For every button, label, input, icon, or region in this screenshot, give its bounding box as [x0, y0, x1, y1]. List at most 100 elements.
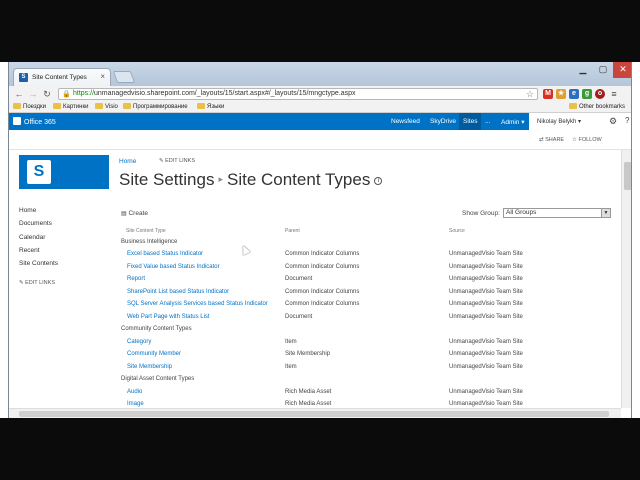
- folder-icon: [197, 103, 205, 109]
- scrollbar-thumb[interactable]: [19, 411, 609, 417]
- parent-cell: Document: [285, 314, 313, 320]
- address-bar[interactable]: 🔒 https://unmanagedvisio.sharepoint.com/…: [58, 88, 538, 100]
- browser-tab[interactable]: S Site Content Types ×: [13, 68, 111, 86]
- forward-icon[interactable]: →: [27, 88, 39, 100]
- content-type-link[interactable]: Site Membership: [127, 364, 172, 370]
- bookmark-folder[interactable]: Языки: [197, 103, 224, 112]
- office-icon: [13, 117, 21, 125]
- bookmark-folder[interactable]: Visio: [95, 103, 118, 112]
- new-tab-button[interactable]: [112, 71, 136, 83]
- source-cell: UnmanagedVisio Team Site: [449, 314, 523, 320]
- source-cell: UnmanagedVisio Team Site: [449, 251, 523, 257]
- bookmark-folder[interactable]: Картинки: [53, 103, 88, 112]
- parent-cell: Item: [285, 339, 297, 345]
- scrollbar-thumb[interactable]: [624, 162, 631, 190]
- leftnav-documents[interactable]: Documents: [19, 220, 52, 227]
- extension-icon[interactable]: e: [569, 89, 579, 99]
- column-header-parent[interactable]: Parent: [285, 228, 300, 234]
- nav-admin[interactable]: Admin ▾: [501, 118, 525, 126]
- nav-more[interactable]: ...: [485, 118, 490, 125]
- gmail-extension-icon[interactable]: M: [543, 89, 553, 99]
- sharepoint-site-logo[interactable]: S: [19, 155, 109, 189]
- parent-cell: Common Indicator Columns: [285, 264, 360, 270]
- parent-cell: Site Membership: [285, 351, 331, 357]
- create-button[interactable]: ▤ Create: [121, 210, 148, 217]
- reload-icon[interactable]: ↻: [41, 88, 53, 100]
- page-title: Site Settings ▸ Site Content Types i: [119, 170, 383, 190]
- content-type-link[interactable]: Community Member: [127, 351, 181, 357]
- content-type-link[interactable]: Category: [127, 339, 151, 345]
- back-icon[interactable]: ←: [13, 88, 25, 100]
- office365-logo[interactable]: Office 365: [13, 117, 56, 126]
- leftnav-edit-links[interactable]: ✎ EDIT LINKS: [19, 280, 55, 286]
- group-header: Digital Asset Content Types: [121, 376, 195, 382]
- parent-cell: Rich Media Asset: [285, 401, 332, 407]
- folder-icon: [95, 103, 103, 109]
- leftnav-site-contents[interactable]: Site Contents: [19, 260, 58, 267]
- content-type-link[interactable]: SharePoint List based Status Indicator: [127, 289, 229, 295]
- column-header-source[interactable]: Source: [449, 228, 465, 234]
- source-cell: UnmanagedVisio Team Site: [449, 264, 523, 270]
- extension-icon[interactable]: g: [582, 89, 592, 99]
- source-cell: UnmanagedVisio Team Site: [449, 351, 523, 357]
- maximize-icon[interactable]: ▢: [593, 62, 613, 78]
- url-text: unmanagedvisio.sharepoint.com/_layouts/1…: [94, 90, 356, 97]
- help-icon[interactable]: ?: [625, 116, 629, 125]
- info-icon[interactable]: i: [374, 177, 383, 185]
- browser-toolbar: ← → ↻ 🔒 https://unmanagedvisio.sharepoin…: [9, 86, 631, 102]
- bookmark-folder[interactable]: Программирование: [123, 103, 188, 112]
- breadcrumb-separator-icon: ▸: [218, 174, 223, 184]
- menu-icon[interactable]: ≡: [609, 89, 619, 99]
- user-menu[interactable]: Nikolay Belykh ▾ ⚙ ?: [529, 113, 631, 130]
- opera-extension-icon[interactable]: o: [595, 89, 605, 99]
- nav-sites[interactable]: Sites: [459, 113, 482, 130]
- column-header-content-type[interactable]: Site Content Type: [126, 228, 166, 234]
- edit-links-top[interactable]: ✎ EDIT LINKS: [159, 158, 195, 164]
- window-close-icon[interactable]: ✕: [613, 62, 631, 78]
- source-cell: UnmanagedVisio Team Site: [449, 401, 523, 407]
- bookmark-star-icon[interactable]: ☆: [526, 89, 534, 99]
- content-type-link[interactable]: Web Part Page with Status List: [127, 314, 210, 320]
- url-scheme: https://: [73, 90, 95, 97]
- leftnav-recent[interactable]: Recent: [19, 247, 40, 254]
- nav-newsfeed[interactable]: Newsfeed: [391, 118, 420, 125]
- breadcrumb-home[interactable]: Home: [119, 158, 136, 165]
- parent-cell: Common Indicator Columns: [285, 301, 360, 307]
- parent-cell: Common Indicator Columns: [285, 251, 360, 257]
- bookmark-folder[interactable]: Поездки: [13, 103, 46, 112]
- parent-cell: Item: [285, 364, 297, 370]
- content-type-link[interactable]: SQL Server Analysis Services based Statu…: [127, 301, 268, 307]
- parent-cell: Rich Media Asset: [285, 389, 332, 395]
- browser-window: S Site Content Types × ▁ ▢ ✕ ← → ↻ 🔒 htt…: [8, 62, 632, 418]
- horizontal-scrollbar[interactable]: [9, 408, 621, 418]
- content-type-link[interactable]: Image: [127, 401, 144, 407]
- source-cell: UnmanagedVisio Team Site: [449, 301, 523, 307]
- leftnav-home[interactable]: Home: [19, 207, 36, 214]
- show-group-label: Show Group:: [462, 210, 500, 217]
- nav-skydrive[interactable]: SkyDrive: [430, 118, 456, 125]
- minimize-icon[interactable]: ▁: [573, 62, 593, 78]
- show-group-select[interactable]: All Groups ▼: [503, 208, 611, 218]
- content-type-link[interactable]: Fixed Value based Status Indicator: [127, 264, 220, 270]
- parent-cell: Document: [285, 276, 313, 282]
- bookmarks-bar: Поездки Картинки Visio Программирование …: [9, 102, 631, 113]
- extension-icon[interactable]: ★: [556, 89, 566, 99]
- source-cell: UnmanagedVisio Team Site: [449, 289, 523, 295]
- title-site-settings[interactable]: Site Settings: [119, 170, 214, 189]
- close-tab-icon[interactable]: ×: [100, 72, 105, 81]
- leftnav-calendar[interactable]: Calendar: [19, 234, 45, 241]
- follow-button[interactable]: ☆ FOLLOW: [572, 137, 602, 143]
- vertical-scrollbar[interactable]: [621, 150, 631, 408]
- folder-icon: [53, 103, 61, 109]
- gear-icon[interactable]: ⚙: [609, 116, 617, 127]
- content-type-link[interactable]: Excel based Status Indicator: [127, 251, 203, 257]
- other-bookmarks[interactable]: Other bookmarks: [569, 103, 625, 112]
- sharepoint-favicon-icon: S: [19, 73, 28, 82]
- chevron-down-icon: ▼: [601, 209, 610, 217]
- mouse-cursor-icon: [239, 243, 251, 256]
- content-type-link[interactable]: Report: [127, 276, 145, 282]
- share-button[interactable]: ⇄ SHARE: [539, 137, 564, 143]
- source-cell: UnmanagedVisio Team Site: [449, 276, 523, 282]
- folder-icon: [123, 103, 131, 109]
- content-type-link[interactable]: Audio: [127, 389, 142, 395]
